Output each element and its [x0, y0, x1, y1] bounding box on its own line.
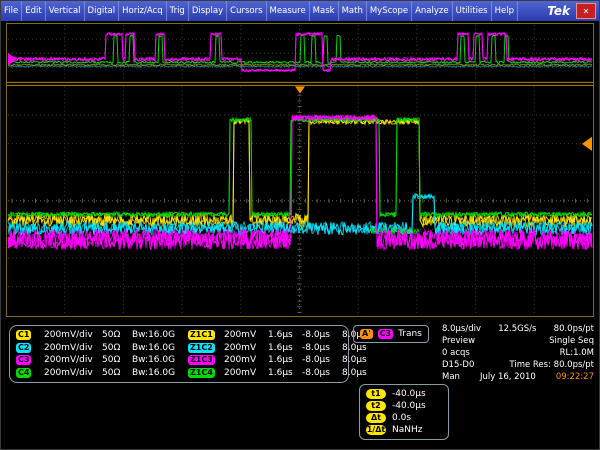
zoom-badge-z1c4[interactable]: Z1C4	[188, 368, 215, 378]
z1c4-end: 8.0µs	[342, 368, 367, 378]
acq-row-datetime: Man July 16, 2010 09:22:27	[442, 371, 594, 383]
z1c3-tdiv: 1.6µs	[268, 355, 302, 365]
c2-bandwidth: Bw:16.0G	[132, 343, 188, 353]
z1c3-end: 8.0µs	[342, 355, 367, 365]
menu-item-vertical[interactable]: Vertical	[46, 1, 85, 21]
cursor-row-dt: Δt 0.0s	[366, 413, 442, 423]
digital-channels: D15-D0	[442, 359, 474, 371]
menu-item-trig[interactable]: Trig	[167, 1, 189, 21]
cursor-inv-dt-badge: 1/Δt	[366, 425, 386, 435]
z1c3-scale: 200mV	[224, 355, 268, 365]
channel-row-c4: C4 200mV/div 50Ω Bw:16.0G Z1C4 200mV 1.6…	[16, 367, 367, 380]
channel-badge-c1[interactable]: C1	[16, 330, 31, 340]
c1-scale: 200mV/div	[44, 330, 102, 340]
menu-item-myscope[interactable]: MyScope	[367, 1, 412, 21]
c1-termination: 50Ω	[102, 330, 132, 340]
acq-sequence: Single Seq	[549, 335, 594, 347]
cursor-t1-value: -40.0µs	[392, 389, 426, 399]
channel-row-c1: C1 200mV/div 50Ω Bw:16.0G Z1C1 200mV 1.6…	[16, 329, 367, 342]
horizontal-scale: 8.0µs/div	[442, 323, 481, 335]
cursor-row-t1: t1 -40.0µs	[366, 389, 442, 399]
acquisition-readouts: 8.0µs/div 12.5GS/s 80.0ps/pt Preview Sin…	[442, 323, 594, 383]
channel-readouts: C1 200mV/div 50Ω Bw:16.0G Z1C1 200mV 1.6…	[9, 325, 349, 383]
cursor-inv-dt-value: NaNHz	[392, 425, 422, 435]
zoom-badge-z1c1[interactable]: Z1C1	[188, 330, 215, 340]
c2-scale: 200mV/div	[44, 343, 102, 353]
trigger-mode: Man	[442, 371, 460, 383]
menu-item-mask[interactable]: Mask	[310, 1, 339, 21]
acq-row-scale: 8.0µs/div 12.5GS/s 80.0ps/pt	[442, 323, 594, 335]
resolution: 80.0ps/pt	[554, 323, 594, 335]
c1-bandwidth: Bw:16.0G	[132, 330, 188, 340]
z1c3-start: -8.0µs	[302, 355, 342, 365]
acq-row-mode: Preview Single Seq	[442, 335, 594, 347]
menu-spacer	[518, 1, 541, 21]
z1c2-start: -8.0µs	[302, 343, 342, 353]
cursor-t2-value: -40.0µs	[392, 401, 426, 411]
menu-item-digital[interactable]: Digital	[85, 1, 120, 21]
menu-item-measure[interactable]: Measure	[267, 1, 310, 21]
time-resolution: Time Res: 80.0ps/pt	[509, 359, 594, 371]
waveform-display[interactable]	[6, 23, 594, 317]
z1c2-scale: 200mV	[224, 343, 268, 353]
menu-item-analyze[interactable]: Analyze	[412, 1, 453, 21]
c4-scale: 200mV/div	[44, 368, 102, 378]
cursor-t2-badge: t2	[366, 401, 386, 411]
menu-bar: File Edit Vertical Digital Horiz/Acq Tri…	[1, 1, 599, 21]
c4-bandwidth: Bw:16.0G	[132, 368, 188, 378]
z1c2-end: 8.0µs	[342, 343, 367, 353]
menu-item-cursors[interactable]: Cursors	[227, 1, 266, 21]
zoom-badge-z1c3[interactable]: Z1C3	[188, 355, 215, 365]
menu-item-horiz-acq[interactable]: Horiz/Acq	[119, 1, 167, 21]
date-label: July 16, 2010	[480, 371, 536, 383]
z1c4-start: -8.0µs	[302, 368, 342, 378]
z1c1-start: -8.0µs	[302, 330, 342, 340]
menu-item-utilities[interactable]: Utilities	[453, 1, 492, 21]
channel-badge-c2[interactable]: C2	[16, 343, 31, 353]
status-panel: C1 200mV/div 50Ω Bw:16.0G Z1C1 200mV 1.6…	[1, 320, 599, 449]
c2-termination: 50Ω	[102, 343, 132, 353]
trigger-source-badge[interactable]: C3	[378, 329, 393, 339]
z1c2-tdiv: 1.6µs	[268, 343, 302, 353]
c3-bandwidth: Bw:16.0G	[132, 355, 188, 365]
menu-item-math[interactable]: Math	[339, 1, 367, 21]
acq-mode: Preview	[442, 335, 475, 347]
c3-scale: 200mV/div	[44, 355, 102, 365]
trigger-type: Trans	[398, 329, 422, 339]
cursor-readouts: t1 -40.0µs t2 -40.0µs Δt 0.0s 1/Δt NaNHz	[359, 384, 449, 440]
sample-rate: 12.5GS/s	[498, 323, 536, 335]
z1c4-tdiv: 1.6µs	[268, 368, 302, 378]
z1c1-scale: 200mV	[224, 330, 268, 340]
record-length: RL:1.0M	[560, 347, 594, 359]
menu-item-help[interactable]: Help	[492, 1, 518, 21]
cursor-row-t2: t2 -40.0µs	[366, 401, 442, 411]
acq-count: 0 acqs	[442, 347, 470, 359]
channel-row-c3: C3 200mV/div 50Ω Bw:16.0G Z1C3 200mV 1.6…	[16, 354, 367, 367]
cursor-t1-badge: t1	[366, 389, 386, 399]
acq-row-count: 0 acqs RL:1.0M	[442, 347, 594, 359]
time-label: 09:22:27	[556, 371, 594, 383]
c4-termination: 50Ω	[102, 368, 132, 378]
channel-badge-c4[interactable]: C4	[16, 368, 31, 378]
cursor-inv-dt: 1/Δt NaNHz	[366, 425, 442, 435]
zoom-badge-z1c2[interactable]: Z1C2	[188, 343, 215, 353]
acq-row-digital: D15-D0 Time Res: 80.0ps/pt	[442, 359, 594, 371]
c3-termination: 50Ω	[102, 355, 132, 365]
cursor-dt-badge: Δt	[366, 413, 386, 423]
close-button[interactable]: ✕	[576, 3, 596, 19]
trigger-readout[interactable]: A' C3 Trans	[353, 325, 429, 343]
waveform-graticule	[6, 23, 594, 317]
z1c4-scale: 200mV	[224, 368, 268, 378]
menu-item-display[interactable]: Display	[189, 1, 227, 21]
channel-row-c2: C2 200mV/div 50Ω Bw:16.0G Z1C2 200mV 1.6…	[16, 342, 367, 355]
trigger-a-badge[interactable]: A'	[360, 329, 373, 339]
cursor-dt-value: 0.0s	[392, 413, 411, 423]
channel-badge-c3[interactable]: C3	[16, 355, 31, 365]
z1c1-tdiv: 1.6µs	[268, 330, 302, 340]
tek-logo: Tek	[541, 1, 576, 21]
menu-item-file[interactable]: File	[1, 1, 22, 21]
menu-item-edit[interactable]: Edit	[22, 1, 45, 21]
app-window: File Edit Vertical Digital Horiz/Acq Tri…	[0, 0, 600, 450]
